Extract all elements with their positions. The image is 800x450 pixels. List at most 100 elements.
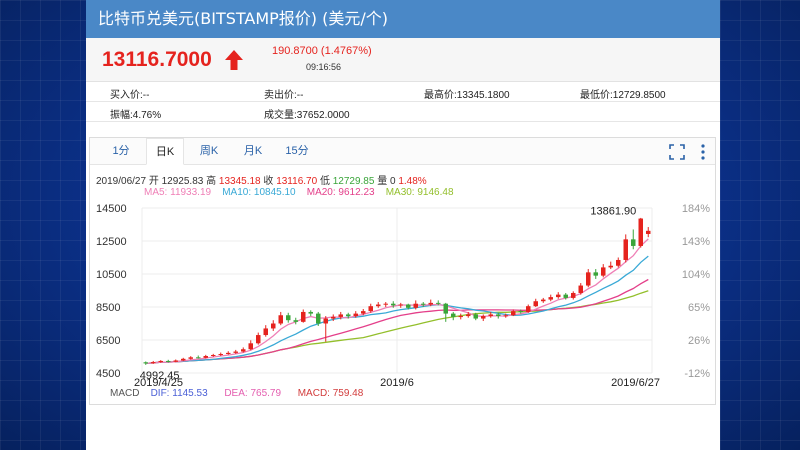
candle-body (623, 239, 628, 260)
candle-body (601, 267, 606, 276)
candle-body (323, 318, 328, 324)
info-high: 13345.18 (218, 176, 261, 187)
max-label: 13861.90 (590, 206, 636, 218)
page-title: 比特币兑美元(BITSTAMP报价) (美元/个) (86, 0, 720, 38)
candle-body (173, 360, 178, 362)
candle-body (293, 320, 298, 322)
quote-row: 13116.7000 190.8700 (1.4767%) 09:16:56 (86, 38, 720, 82)
candle-body (383, 303, 388, 305)
info-close-label: 收 (263, 176, 274, 187)
y-tick-label: 4500 (96, 368, 120, 380)
macd-legend: MACD DIF: 1145.53 DEA: 765.79 MACD: 759.… (110, 388, 363, 399)
stats-row-2: 振幅:4.76% 成交量:37652.0000 (86, 102, 720, 122)
candle-body (473, 314, 478, 319)
candle-body (346, 314, 351, 317)
candle-body (398, 304, 403, 306)
candle-body (143, 362, 148, 364)
candle-body (166, 360, 171, 362)
candle-body (368, 306, 373, 312)
y-tick-label: 6500 (96, 335, 120, 347)
tab-day-k[interactable]: 日K (146, 138, 184, 165)
macd-dif: DIF: 1145.53 (150, 388, 208, 399)
legend-ma10: MA10: 10845.10 (222, 187, 296, 198)
tab-15min[interactable]: 15分 (278, 138, 316, 165)
legend-ma20: MA20: 9612.23 (306, 187, 375, 198)
y-tick-label: 14500 (96, 203, 127, 215)
candle-body (278, 315, 283, 324)
candle-body (563, 294, 568, 298)
candle-body (406, 304, 411, 308)
info-volume: 0 (390, 176, 396, 187)
info-low: 12729.85 (332, 176, 375, 187)
candle-body (593, 272, 598, 276)
bid-label: 买入价: (110, 90, 143, 101)
candle-body (631, 239, 636, 246)
y-pct-label: 184% (682, 203, 710, 215)
info-date: 2019/06/27 (96, 176, 147, 187)
candle-body (533, 301, 538, 307)
candle-body (308, 311, 313, 314)
y-pct-label: 104% (682, 269, 710, 281)
tab-month-k[interactable]: 月K (234, 138, 272, 165)
candle-body (421, 303, 426, 305)
info-open-label: 开 (148, 176, 159, 187)
amplitude-label: 振幅: (110, 110, 133, 121)
candle-body (218, 354, 223, 356)
more-menu-icon[interactable] (701, 144, 705, 160)
x-tick-label: 2019/6 (380, 377, 414, 388)
tab-1min[interactable]: 1分 (102, 138, 140, 165)
tab-week-k[interactable]: 周K (190, 138, 228, 165)
legend-ma30: MA30: 9146.48 (385, 187, 454, 198)
candle-body (413, 303, 418, 308)
ma-legend: MA5: 11933.19 MA10: 10845.10 MA20: 9612.… (144, 187, 454, 198)
info-low-label: 低 (319, 176, 330, 187)
candle-body (541, 299, 546, 302)
candle-body (271, 323, 276, 329)
ask-value: -- (296, 90, 304, 101)
info-volume-label: 量 (377, 176, 388, 187)
candle-info: 2019/06/27 开 12925.83 高 13345.18 收 13116… (96, 172, 427, 187)
candle-body (496, 314, 501, 317)
high-label: 最高价: (424, 90, 457, 101)
volume-value: 37652.0000 (296, 110, 350, 121)
candle-body (586, 272, 591, 286)
candle-body (616, 259, 621, 266)
candle-body (646, 230, 651, 234)
candle-body (353, 313, 358, 317)
quote-panel: 比特币兑美元(BITSTAMP报价) (美元/个) 13116.7000 190… (86, 0, 720, 450)
y-pct-label: 143% (682, 236, 710, 248)
fullscreen-icon[interactable] (668, 144, 685, 160)
y-tick-label: 10500 (96, 269, 127, 281)
y-tick-label: 8500 (96, 302, 120, 314)
info-open: 12925.83 (161, 176, 204, 187)
up-arrow-icon (225, 50, 243, 70)
candle-body (526, 306, 531, 312)
stats-table: 买入价:-- 卖出价:-- 最高价:13345.1800 最低价:12729.8… (86, 82, 720, 122)
candle-body (233, 351, 238, 353)
volume-label: 成交量: (264, 110, 297, 121)
candle-body (256, 335, 261, 344)
candle-body (443, 303, 448, 314)
y-pct-label: -12% (684, 368, 710, 380)
y-pct-label: 26% (688, 335, 710, 347)
high-value: 13345.1800 (456, 90, 510, 101)
macd-dea: DEA: 765.79 (224, 388, 282, 399)
candle-body (428, 302, 433, 305)
stats-row-1: 买入价:-- 卖出价:-- 最高价:13345.1800 最低价:12729.8… (86, 82, 720, 102)
candle-body (151, 362, 156, 364)
chart-container: 1分 日K 周K 月K 15分 2019/06/27 开 12925.83 高 … (89, 137, 716, 405)
kline-chart: 14500 12500 10500 8500 6500 4500 184% 143% 104% 6… (96, 203, 710, 388)
macd-label: MACD (110, 388, 140, 399)
legend-ma5: MA5: 11933.19 (144, 187, 212, 198)
candle-body (488, 314, 493, 317)
quote-time: 09:16:56 (306, 62, 342, 72)
candle-body (263, 328, 268, 336)
price-change: 190.8700 (1.4767%) (272, 45, 372, 57)
candle-body (241, 349, 246, 352)
candle-body (638, 218, 643, 246)
candle-body (451, 313, 456, 317)
candle-body (458, 316, 463, 318)
candle-body (301, 311, 306, 322)
candle-body (331, 316, 336, 319)
candle-body (226, 352, 231, 355)
